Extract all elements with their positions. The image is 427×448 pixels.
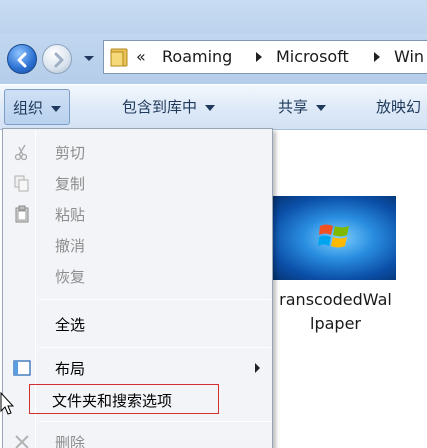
menu-item-redo[interactable]: 恢复	[5, 261, 271, 291]
breadcrumb-windows[interactable]: Win	[394, 47, 424, 66]
share-button[interactable]: 共享	[270, 89, 334, 125]
menu-item-select-all[interactable]: 全选	[5, 309, 271, 339]
organize-button[interactable]: 组织	[4, 89, 71, 125]
menu-item-delete-label: 删除	[55, 434, 86, 448]
include-in-library-label: 包含到库中	[122, 98, 198, 116]
chevron-down-icon	[205, 104, 216, 111]
include-in-library-button[interactable]: 包含到库中	[114, 89, 223, 125]
organize-menu: 剪切 复制 粘贴 撤消 恢复 全选 布局 文件夹和搜索选项 删除	[2, 128, 273, 448]
chevron-down-icon	[51, 105, 62, 112]
menu-item-layout-label: 布局	[55, 360, 86, 378]
forward-arrow-icon	[54, 52, 64, 68]
menu-item-copy[interactable]: 复制	[5, 168, 271, 198]
menu-item-layout[interactable]: 布局	[5, 353, 271, 383]
organize-label: 组织	[13, 99, 44, 117]
menu-item-redo-label: 恢复	[55, 268, 86, 286]
slideshow-button[interactable]: 放映幻	[368, 89, 427, 125]
folder-icon	[110, 48, 128, 67]
menu-item-undo-label: 撤消	[55, 237, 86, 255]
windows-logo-icon	[318, 224, 349, 248]
menu-item-paste[interactable]: 粘贴	[5, 199, 271, 229]
share-label: 共享	[278, 98, 309, 116]
slideshow-label: 放映幻	[376, 98, 422, 116]
breadcrumb-roaming[interactable]: Roaming	[162, 47, 232, 66]
mouse-pointer-icon	[0, 392, 14, 415]
menu-item-cut[interactable]: 剪切	[5, 137, 271, 167]
menu-item-copy-label: 复制	[55, 175, 86, 193]
clipboard-icon	[15, 205, 29, 223]
command-bar: 组织 包含到库中 共享 放映幻	[0, 84, 427, 130]
forward-button[interactable]	[42, 44, 72, 74]
menu-separator	[39, 299, 271, 300]
menu-item-cut-label: 剪切	[55, 144, 86, 162]
chevron-down-icon[interactable]	[82, 51, 96, 65]
address-bar[interactable]: « Roaming Microsoft Win	[103, 40, 427, 74]
chevron-down-icon	[316, 104, 327, 111]
breadcrumb-microsoft[interactable]: Microsoft	[276, 47, 349, 66]
delete-x-icon	[15, 435, 29, 448]
layout-icon	[13, 360, 31, 376]
file-name-line-2: lpaper	[310, 314, 361, 333]
menu-item-paste-label: 粘贴	[55, 206, 86, 224]
menu-separator	[39, 421, 271, 422]
breadcrumb-separator-icon[interactable]	[374, 52, 380, 62]
breadcrumb-separator-icon[interactable]	[256, 52, 262, 62]
file-name-line-1: ranscodedWal	[279, 290, 392, 309]
menu-separator	[39, 347, 271, 348]
copy-icon	[14, 175, 29, 192]
back-arrow-icon	[17, 52, 27, 68]
scissors-icon	[14, 144, 28, 161]
menu-item-undo[interactable]: 撤消	[5, 230, 271, 260]
wallpaper-thumbnail[interactable]	[268, 196, 396, 280]
submenu-arrow-icon	[255, 363, 260, 373]
window-title-bar	[0, 0, 427, 34]
menu-item-select-all-label: 全选	[55, 316, 86, 334]
menu-item-folder-search-options-label: 文件夹和搜索选项	[52, 392, 173, 410]
menu-item-folder-search-options[interactable]: 文件夹和搜索选项	[29, 384, 219, 414]
file-name-label[interactable]: ranscodedWal lpaper	[268, 288, 403, 336]
breadcrumb-overflow[interactable]: «	[136, 47, 146, 66]
menu-item-delete[interactable]: 删除	[5, 427, 271, 448]
back-button[interactable]	[7, 44, 37, 74]
